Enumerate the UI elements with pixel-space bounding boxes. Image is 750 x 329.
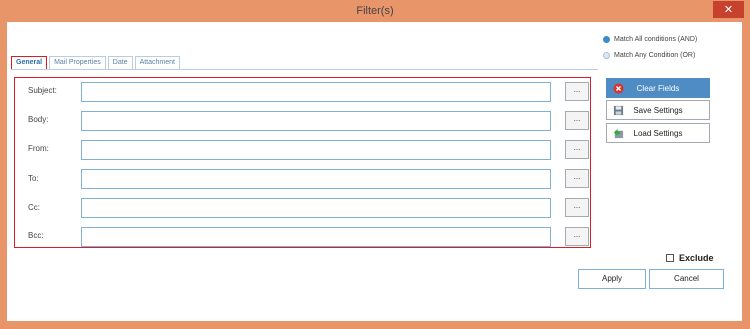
cancel-button[interactable]: Cancel bbox=[649, 269, 724, 289]
bcc-label: Bcc: bbox=[28, 231, 44, 240]
cc-browse-button[interactable]: ... bbox=[565, 198, 589, 217]
body-input[interactable] bbox=[81, 111, 551, 131]
load-settings-button[interactable]: Load Settings bbox=[606, 123, 710, 143]
bcc-browse-button[interactable]: ... bbox=[565, 227, 589, 246]
exclude-option[interactable]: Exclude bbox=[666, 253, 714, 263]
clear-fields-label: Clear Fields bbox=[636, 84, 680, 93]
body-browse-button[interactable]: ... bbox=[565, 111, 589, 130]
tab-attachment[interactable]: Attachment bbox=[134, 56, 180, 69]
tab-general[interactable]: General bbox=[11, 56, 48, 70]
tab-mail-properties[interactable]: Mail Properties bbox=[49, 56, 106, 69]
subject-browse-button[interactable]: ... bbox=[565, 82, 589, 101]
exclude-checkbox[interactable] bbox=[666, 254, 674, 262]
subject-input[interactable] bbox=[81, 82, 551, 102]
match-any-option[interactable]: Match Any Condition (OR) bbox=[603, 49, 695, 61]
match-all-option[interactable]: Match All conditions (AND) bbox=[603, 33, 697, 45]
save-settings-button[interactable]: Save Settings bbox=[606, 100, 710, 120]
from-input[interactable] bbox=[81, 140, 551, 160]
tab-date[interactable]: Date bbox=[107, 56, 133, 69]
window-title: Filter(s) bbox=[356, 5, 394, 17]
cc-label: Cc: bbox=[28, 203, 40, 212]
bcc-input[interactable] bbox=[81, 227, 551, 247]
to-input[interactable] bbox=[81, 169, 551, 189]
load-settings-label: Load Settings bbox=[633, 129, 683, 138]
subject-label: Subject: bbox=[28, 86, 57, 95]
tab-divider bbox=[11, 69, 598, 70]
save-settings-label: Save Settings bbox=[633, 106, 683, 115]
cc-input[interactable] bbox=[81, 198, 551, 218]
to-label: To: bbox=[28, 174, 39, 183]
body-label: Body: bbox=[28, 115, 49, 124]
match-all-label: Match All conditions (AND) bbox=[614, 35, 698, 43]
from-browse-button[interactable]: ... bbox=[565, 140, 589, 159]
from-label: From: bbox=[28, 144, 49, 153]
match-any-label: Match Any Condition (OR) bbox=[614, 51, 696, 59]
dialog-body: Match All conditions (AND) Match Any Con… bbox=[7, 22, 742, 321]
tab-strip: General Mail Properties Date Attachment bbox=[11, 56, 182, 70]
apply-button[interactable]: Apply bbox=[578, 269, 646, 289]
radio-selected-icon[interactable] bbox=[603, 35, 610, 43]
exclude-label: Exclude bbox=[679, 253, 714, 263]
title-bar: Filter(s) ✕ bbox=[0, 0, 750, 22]
close-button[interactable]: ✕ bbox=[713, 1, 744, 18]
filter-dialog: Filter(s) ✕ Match All conditions (AND) M… bbox=[0, 0, 750, 329]
general-fields-panel: Subject: ... Body: ... From: ... To: ...… bbox=[14, 77, 591, 248]
radio-unselected-icon[interactable] bbox=[603, 51, 610, 59]
to-browse-button[interactable]: ... bbox=[565, 169, 589, 188]
clear-fields-button[interactable]: Clear Fields bbox=[606, 78, 710, 98]
